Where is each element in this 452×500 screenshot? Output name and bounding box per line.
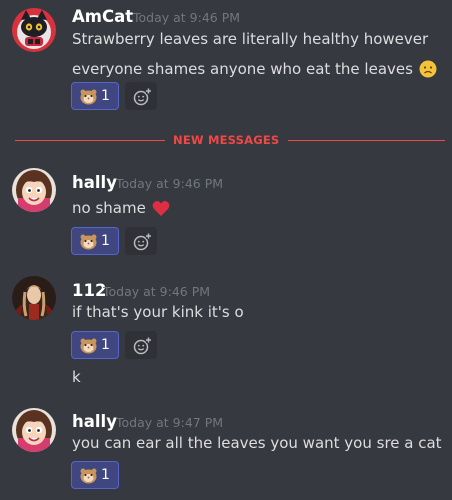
add-reaction-button[interactable] — [125, 227, 157, 255]
add-reaction-button[interactable] — [125, 331, 157, 359]
cartoon-girl-avatar-icon — [12, 168, 56, 212]
timestamp: Today at 9:46 PM — [116, 176, 224, 191]
divider-line — [15, 140, 165, 141]
message-text: you can ear all the leaves you want you … — [72, 430, 444, 456]
divider-line — [288, 140, 445, 141]
add-reaction-button[interactable] — [125, 82, 157, 110]
reaction-button[interactable]: 1 — [71, 461, 119, 489]
hamster-face-icon — [80, 233, 97, 250]
add-reaction-icon — [133, 337, 151, 355]
message-line: if that's your kink it's o — [72, 303, 244, 321]
hamster-face-icon — [80, 88, 97, 105]
hamster-face-icon — [80, 467, 97, 484]
message-text: Strawberry leaves are literally healthy … — [72, 26, 444, 86]
reaction-count: 1 — [101, 337, 110, 353]
message-group: AmCat Today at 9:46 PM Strawberry leaves… — [0, 0, 452, 120]
reaction-button[interactable]: 1 — [71, 82, 119, 110]
new-messages-label: NEW MESSAGES — [173, 133, 280, 147]
reaction-button[interactable]: 1 — [71, 227, 119, 255]
message-text: k — [72, 364, 444, 390]
message-text: if that's your kink it's o — [72, 299, 444, 325]
message-group: hally Today at 9:47 PM you can ear all t… — [0, 400, 452, 500]
reaction-count: 1 — [101, 233, 110, 249]
black-cat-avatar-icon — [12, 8, 56, 52]
message-group: hally Today at 9:46 PM no shame 1 — [0, 160, 452, 260]
reaction-button[interactable]: 1 — [71, 331, 119, 359]
username[interactable]: AmCat — [72, 6, 133, 28]
avatar[interactable] — [12, 8, 56, 52]
message-line: Strawberry leaves are literally healthy … — [72, 30, 429, 48]
add-reaction-icon — [133, 233, 151, 251]
cartoon-girl-avatar-icon — [12, 408, 56, 452]
message-group: 112 Today at 9:46 PM if that's your kink… — [0, 268, 452, 398]
reaction-count: 1 — [101, 467, 110, 483]
reaction-count: 1 — [101, 88, 110, 104]
message-line: you can ear all the leaves you want you … — [72, 434, 442, 452]
message-text: no shame — [72, 195, 444, 225]
red-heart-icon — [152, 199, 170, 225]
avatar[interactable] — [12, 168, 56, 212]
avatar[interactable] — [12, 408, 56, 452]
worried-face-icon — [419, 60, 437, 86]
add-reaction-icon — [133, 88, 151, 106]
new-messages-divider: NEW MESSAGES — [15, 133, 445, 147]
hamster-face-icon — [80, 337, 97, 354]
chat-channel: AmCat Today at 9:46 PM Strawberry leaves… — [0, 0, 452, 500]
message-followup: k — [72, 368, 81, 386]
username[interactable]: hally — [72, 172, 117, 194]
avatar[interactable] — [12, 276, 56, 320]
message-line-text: everyone shames anyone who eat the leave… — [72, 60, 413, 78]
portrait-avatar-icon — [12, 276, 56, 320]
message-line: no shame — [72, 199, 146, 217]
